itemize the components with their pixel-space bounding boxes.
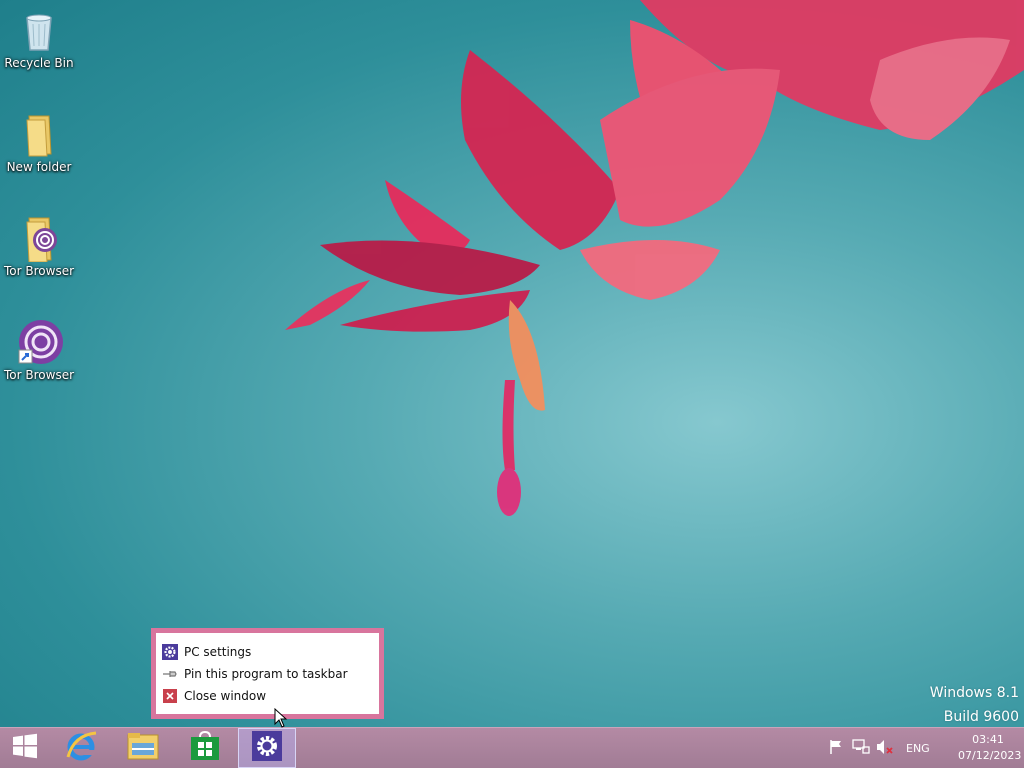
desktop-icon-new-folder[interactable]: New folder [4,110,74,174]
volume-muted-icon [876,739,894,758]
volume-button[interactable] [876,728,894,768]
gear-icon [252,731,282,765]
internet-explorer-icon [64,729,98,767]
menu-item-label: Close window [184,689,267,703]
windows-logo-icon [12,733,38,763]
folder-icon [15,110,63,158]
tor-browser-shortcut-icon [15,318,63,366]
desktop-icon-label: Tor Browser [4,264,75,278]
clock-date: 07/12/2023 [958,749,1022,762]
desktop-icon-label: Tor Browser [4,368,75,382]
action-center-button[interactable] [828,728,844,768]
network-button[interactable] [852,728,870,768]
input-language-button[interactable]: ENG [906,728,930,768]
file-explorer-button[interactable] [118,728,168,768]
start-button[interactable] [0,728,50,768]
pin-icon [162,666,178,682]
menu-item-pin-to-taskbar[interactable]: Pin this program to taskbar [162,663,379,685]
desktop-icon-label: New folder [6,160,72,174]
store-icon [190,730,220,765]
desktop-icon-tor-folder[interactable]: Tor Browser [4,214,74,278]
menu-item-close-window[interactable]: Close window [162,685,379,707]
desktop-icon-tor-browser[interactable]: Tor Browser [4,318,74,382]
internet-explorer-button[interactable] [56,728,106,768]
menu-item-label: Pin this program to taskbar [184,667,348,681]
pc-settings-taskbar-button[interactable] [238,728,296,768]
store-button[interactable] [180,728,230,768]
menu-item-pc-settings[interactable]: PC settings [162,641,379,663]
context-menu-panel: PC settings Pin this program to taskbar … [156,633,379,714]
clock[interactable]: 03:41 07/12/2023 [958,732,1022,764]
menu-item-label: PC settings [184,645,252,659]
recycle-bin-icon [15,6,63,54]
taskbar: ENG 03:41 07/12/2023 [0,727,1024,768]
tor-folder-icon [15,214,63,263]
desktop-icon-recycle-bin[interactable]: Recycle Bin [4,6,74,70]
clock-time: 03:41 [972,733,1004,746]
mouse-cursor-icon [274,707,288,732]
os-version-label: Windows 8.1 [929,685,1019,701]
close-icon [162,688,178,704]
os-build-label: Build 9600 [943,709,1019,725]
flag-icon [828,739,844,758]
file-explorer-icon [126,731,160,765]
gear-icon [162,644,178,660]
taskbar-context-menu: PC settings Pin this program to taskbar … [151,628,384,719]
network-icon [852,738,870,758]
desktop-icon-label: Recycle Bin [4,56,74,70]
